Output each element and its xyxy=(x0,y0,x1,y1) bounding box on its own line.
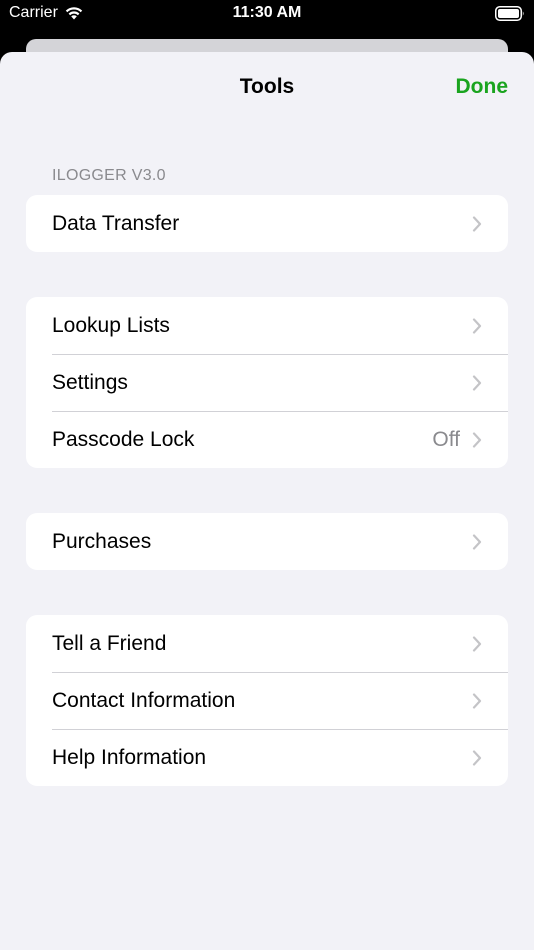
group-info: Tell a Friend Contact Information Help I… xyxy=(26,615,508,786)
done-button[interactable]: Done xyxy=(456,75,509,99)
status-time: 11:30 AM xyxy=(232,4,302,21)
group-purchases: Purchases xyxy=(26,513,508,570)
row-purchases[interactable]: Purchases xyxy=(26,513,508,570)
chevron-right-icon xyxy=(472,692,482,709)
group-data-transfer: Data Transfer xyxy=(26,195,508,252)
passcode-status-value: Off xyxy=(432,427,460,451)
row-data-transfer[interactable]: Data Transfer xyxy=(26,195,508,252)
chevron-right-icon xyxy=(472,533,482,550)
status-bar: Carrier 11:30 AM xyxy=(0,0,534,30)
group-configuration: Lookup Lists Settings Passcode Lock Off xyxy=(26,297,508,468)
row-label: Contact Information xyxy=(52,688,236,712)
chevron-right-icon xyxy=(472,749,482,766)
chevron-right-icon xyxy=(472,431,482,448)
row-contact-information[interactable]: Contact Information xyxy=(26,672,508,729)
chevron-right-icon xyxy=(472,374,482,391)
row-settings[interactable]: Settings xyxy=(26,354,508,411)
row-label: Help Information xyxy=(52,745,207,769)
row-help-information[interactable]: Help Information xyxy=(26,729,508,786)
chevron-right-icon xyxy=(472,635,482,652)
tools-sheet: Tools Done ILOGGER V3.0 Data Transfer Lo… xyxy=(0,52,534,950)
row-tell-a-friend[interactable]: Tell a Friend xyxy=(26,615,508,672)
row-label: Tell a Friend xyxy=(52,631,167,655)
row-label: Passcode Lock xyxy=(52,427,195,451)
page-title: Tools xyxy=(239,75,295,98)
row-lookup-lists[interactable]: Lookup Lists xyxy=(26,297,508,354)
section-header: ILOGGER V3.0 xyxy=(52,167,166,184)
chevron-right-icon xyxy=(472,317,482,334)
app-screen: Carrier 11:30 AM Tools Done ILOGGER V3.0… xyxy=(0,0,534,950)
row-label: Data Transfer xyxy=(52,211,180,235)
battery-icon xyxy=(495,6,524,21)
row-passcode-lock[interactable]: Passcode Lock Off xyxy=(26,411,508,468)
row-label: Settings xyxy=(52,370,128,394)
row-label: Lookup Lists xyxy=(52,313,170,337)
row-label: Purchases xyxy=(52,529,152,553)
chevron-right-icon xyxy=(472,215,482,232)
